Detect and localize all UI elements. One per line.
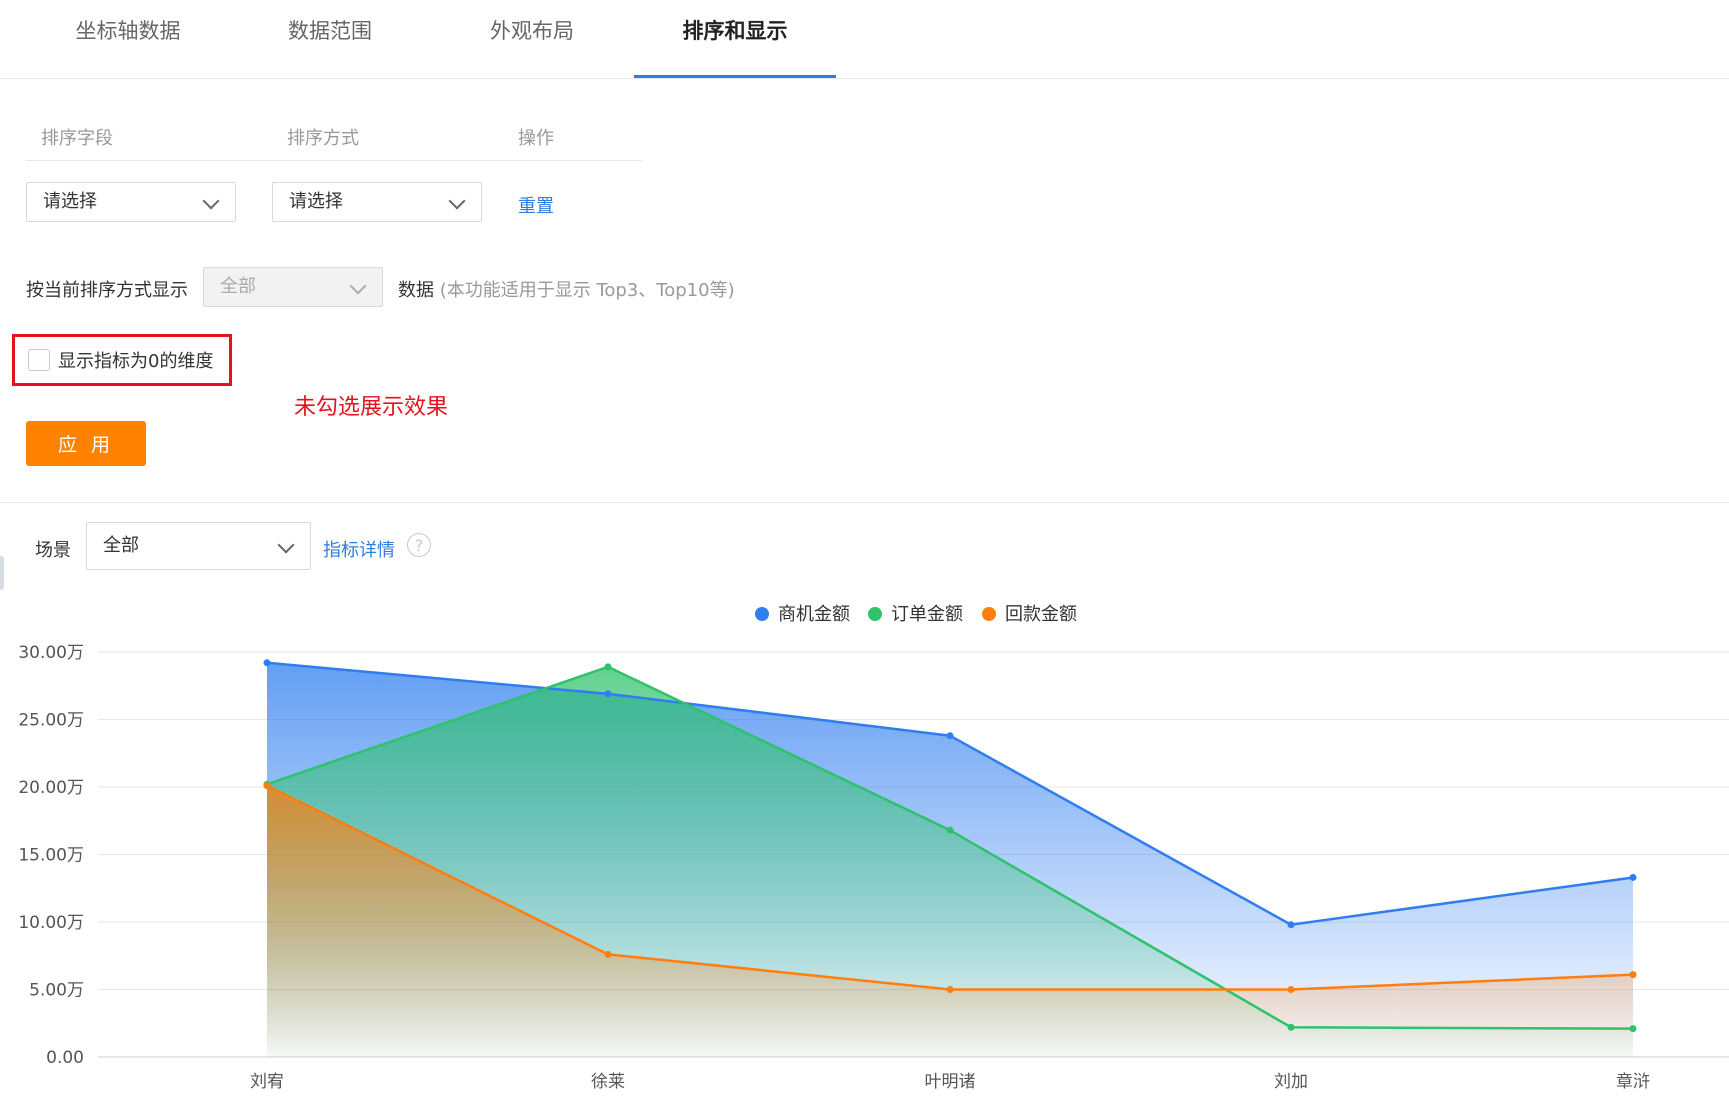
- tab-axis-data[interactable]: 坐标轴数据: [40, 0, 216, 77]
- y-tick-label: 0.00: [46, 1048, 84, 1068]
- tab-bar: 坐标轴数据 数据范围 外观布局 排序和显示: [0, 0, 1729, 79]
- display-hint: (本功能适用于显示 Top3、Top10等): [439, 280, 735, 301]
- chevron-down-icon: [349, 277, 367, 295]
- y-tick-label: 5.00万: [29, 981, 84, 1001]
- legend-marker[interactable]: [868, 607, 882, 621]
- legend-label[interactable]: 订单金额: [891, 604, 963, 625]
- data-point[interactable]: [946, 826, 954, 834]
- x-tick-label: 叶明诸: [925, 1072, 976, 1092]
- zero-dimension-checkbox[interactable]: [28, 349, 50, 371]
- header-action: 操作: [518, 128, 554, 149]
- side-collapse-handle[interactable]: [0, 556, 4, 590]
- tab-appearance-layout[interactable]: 外观布局: [452, 0, 612, 77]
- data-point[interactable]: [604, 663, 612, 671]
- sort-method-value: 请选择: [289, 191, 343, 212]
- annotation-text: 未勾选展示效果: [294, 395, 449, 420]
- display-count-select: 全部: [203, 267, 383, 307]
- header-sort-method: 排序方式: [287, 128, 359, 149]
- data-point[interactable]: [946, 732, 954, 740]
- display-count-value: 全部: [220, 276, 256, 297]
- display-suffix: 数据 (本功能适用于显示 Top3、Top10等): [398, 276, 735, 302]
- chevron-down-icon: [202, 192, 220, 210]
- sort-field-select[interactable]: 请选择: [26, 182, 236, 222]
- data-point[interactable]: [263, 782, 271, 790]
- legend-marker[interactable]: [982, 607, 996, 621]
- chevron-down-icon: [448, 192, 466, 210]
- chevron-down-icon: [277, 536, 295, 554]
- data-point[interactable]: [1629, 1025, 1637, 1033]
- y-tick-label: 15.00万: [18, 846, 84, 866]
- help-icon[interactable]: ?: [407, 533, 431, 557]
- data-point[interactable]: [263, 659, 271, 667]
- data-point[interactable]: [1287, 921, 1295, 929]
- y-tick-label: 10.00万: [18, 913, 84, 933]
- section-divider: [0, 502, 1729, 503]
- scene-value: 全部: [103, 535, 139, 556]
- data-point[interactable]: [1287, 986, 1295, 993]
- legend-label[interactable]: 商机金额: [778, 604, 850, 625]
- legend-marker[interactable]: [755, 607, 769, 621]
- sort-field-value: 请选择: [43, 191, 97, 212]
- header-divider: [26, 160, 642, 161]
- active-tab-indicator: [634, 75, 836, 78]
- sort-method-select[interactable]: 请选择: [272, 182, 482, 222]
- apply-button[interactable]: 应 用: [26, 421, 146, 466]
- tab-sort-display[interactable]: 排序和显示: [634, 0, 836, 77]
- x-tick-label: 刘加: [1274, 1072, 1308, 1092]
- data-point[interactable]: [1629, 873, 1637, 881]
- data-point[interactable]: [604, 690, 612, 698]
- header-sort-field: 排序字段: [41, 128, 113, 149]
- scene-label: 场景: [35, 540, 71, 561]
- legend-label[interactable]: 回款金额: [1005, 604, 1077, 625]
- data-point[interactable]: [1629, 971, 1637, 979]
- data-point[interactable]: [604, 950, 612, 958]
- reset-link[interactable]: 重置: [518, 192, 554, 218]
- scene-select[interactable]: 全部: [86, 522, 311, 570]
- tab-data-range[interactable]: 数据范围: [250, 0, 410, 77]
- y-tick-label: 30.00万: [18, 643, 84, 663]
- display-prefix-label: 按当前排序方式显示: [26, 280, 188, 301]
- zero-dimension-label: 显示指标为0的维度: [58, 351, 214, 372]
- y-tick-label: 25.00万: [18, 711, 84, 731]
- x-tick-label: 徐莱: [591, 1072, 625, 1092]
- metric-detail-link[interactable]: 指标详情: [323, 536, 395, 562]
- data-point[interactable]: [1287, 1023, 1295, 1031]
- x-tick-label: 刘宥: [250, 1072, 284, 1092]
- area-chart: 0.005.00万10.00万15.00万20.00万25.00万30.00万 …: [18, 604, 1729, 1092]
- display-suffix-label: 数据: [398, 280, 434, 301]
- data-point[interactable]: [946, 986, 954, 993]
- x-tick-label: 章浒: [1616, 1072, 1650, 1092]
- y-tick-label: 20.00万: [18, 778, 84, 798]
